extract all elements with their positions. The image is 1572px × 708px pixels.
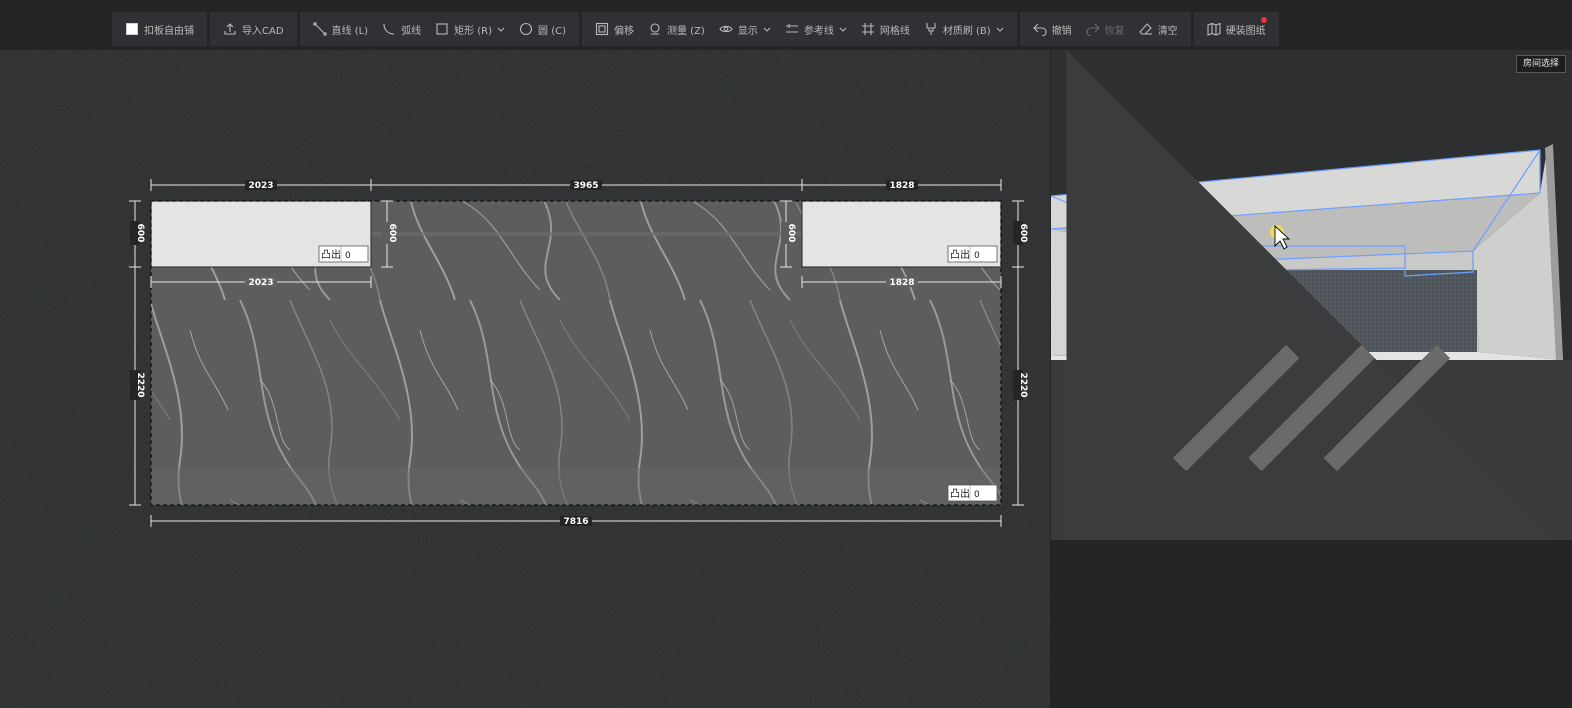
inner-vertical-dim-left: 600 xyxy=(387,224,397,243)
protrude-value[interactable]: 0 xyxy=(345,251,351,261)
clear-label: 清空 xyxy=(1157,25,1178,37)
redo-label: 恢复 xyxy=(1104,25,1125,37)
redo-icon xyxy=(1086,22,1100,36)
top-dim-3: 1828 xyxy=(889,181,914,191)
app-root: 扣板自由铺 导入CAD 直线 (L) 弧线 矩形 (R) 圆 (C) 偏移 测量… xyxy=(0,0,1572,708)
inner-dim-right: 1828 xyxy=(889,278,914,288)
protrude-label: 凸出 xyxy=(950,248,970,261)
right-dim-2: 2220 xyxy=(1018,372,1028,397)
notification-badge xyxy=(1260,17,1267,23)
left-dim-1: 600 xyxy=(135,224,145,243)
right-dim-1: 600 xyxy=(1018,224,1028,243)
bottom-dim: 7816 xyxy=(563,517,588,527)
inner-vertical-dim-right: 600 xyxy=(786,224,796,243)
top-dim-1: 2023 xyxy=(248,181,273,191)
protrude-value[interactable]: 0 xyxy=(974,251,980,261)
protrude-label: 凸出 xyxy=(321,248,341,261)
protrude-input-main[interactable]: 凸出 0 xyxy=(947,484,998,502)
protrude-value[interactable]: 0 xyxy=(974,490,980,500)
resize-grip-icon[interactable] xyxy=(1051,50,1572,540)
protrude-label: 凸出 xyxy=(950,487,970,500)
map-icon xyxy=(1207,22,1221,36)
toolbar-group-drawing: 硬装图纸 xyxy=(1193,12,1279,46)
inner-dim-left: 2023 xyxy=(248,278,273,288)
top-dim-2: 3965 xyxy=(573,181,598,191)
clear-button[interactable]: 清空 xyxy=(1132,15,1185,43)
hard-decor-drawing-label: 硬装图纸 xyxy=(1225,25,1266,37)
plan-canvas[interactable]: 2023 3965 1828 2023 1828 7816 600 2220 6… xyxy=(0,0,1050,708)
redo-button[interactable]: 恢复 xyxy=(1079,15,1132,43)
eraser-icon xyxy=(1138,22,1153,36)
3d-preview-panel[interactable]: 房间选择 xyxy=(1051,50,1572,540)
protrude-input-right[interactable]: 凸出 0 xyxy=(947,245,998,263)
undo-label: 撤销 xyxy=(1051,25,1072,37)
left-dim-2: 2220 xyxy=(135,372,145,397)
protrude-input-left[interactable]: 凸出 0 xyxy=(318,245,369,263)
marble-band xyxy=(151,468,1001,505)
